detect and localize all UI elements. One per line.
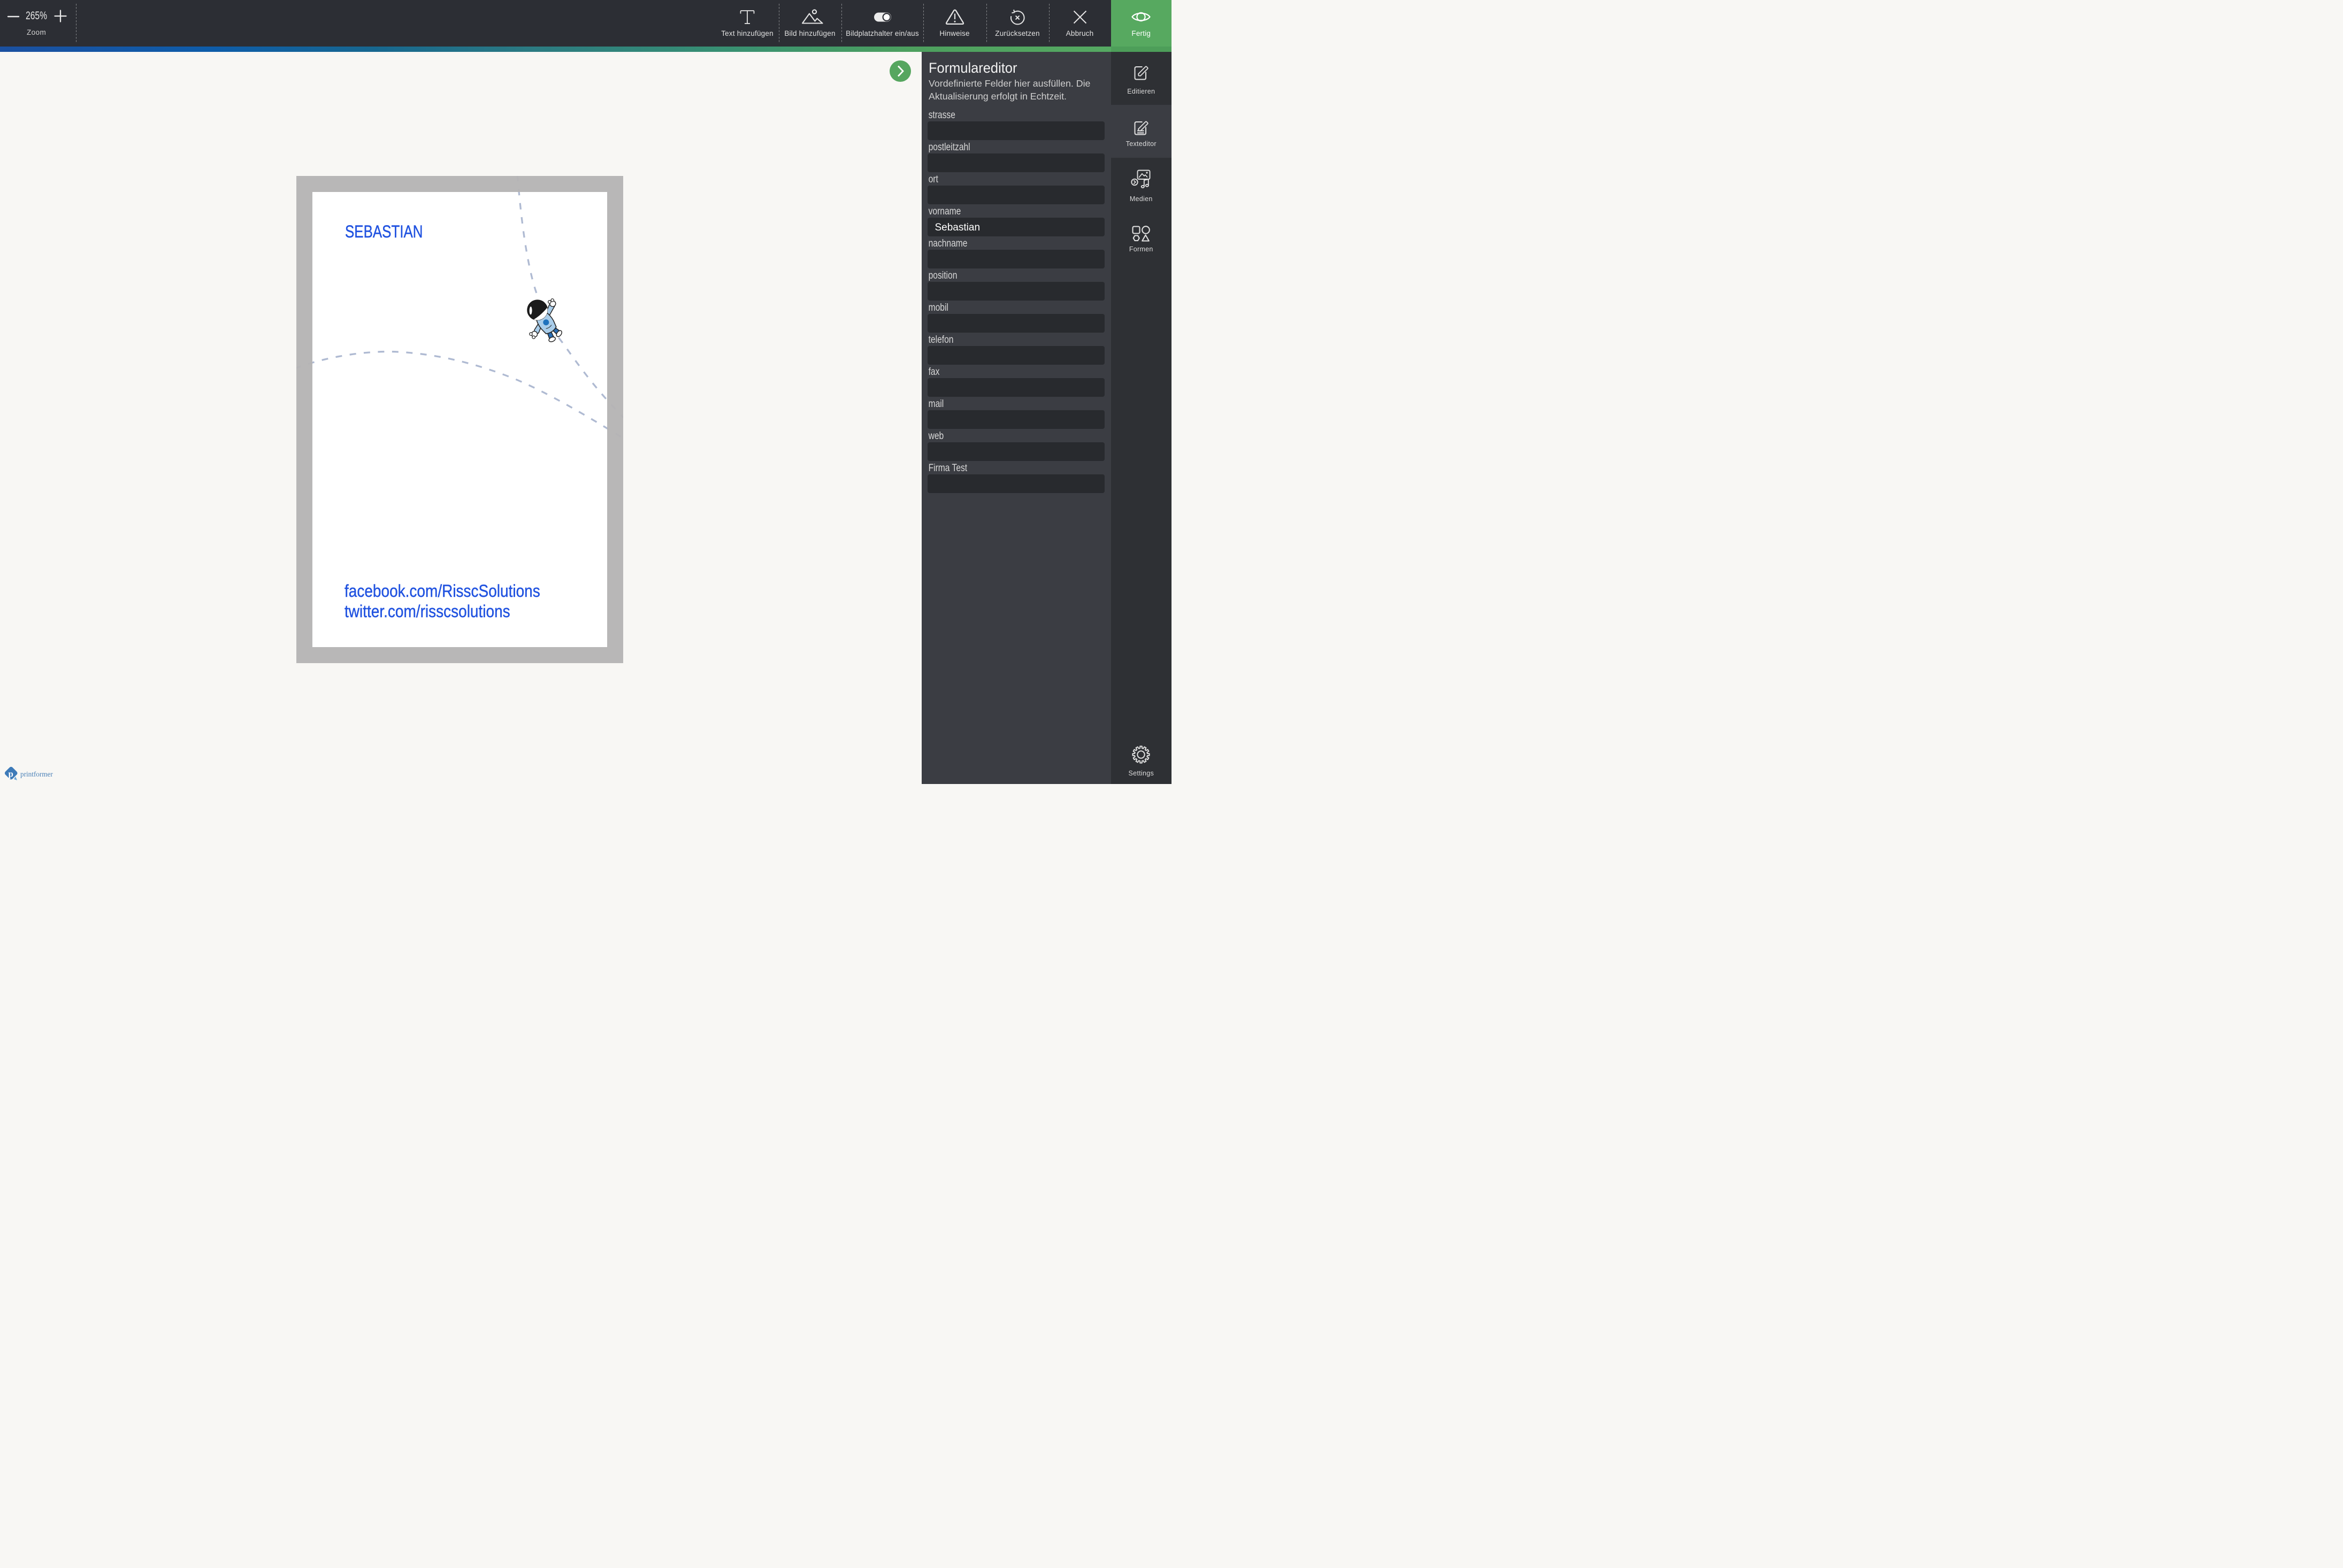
svg-text:p: p — [9, 769, 13, 779]
svg-text:printformer: printformer — [20, 770, 53, 778]
